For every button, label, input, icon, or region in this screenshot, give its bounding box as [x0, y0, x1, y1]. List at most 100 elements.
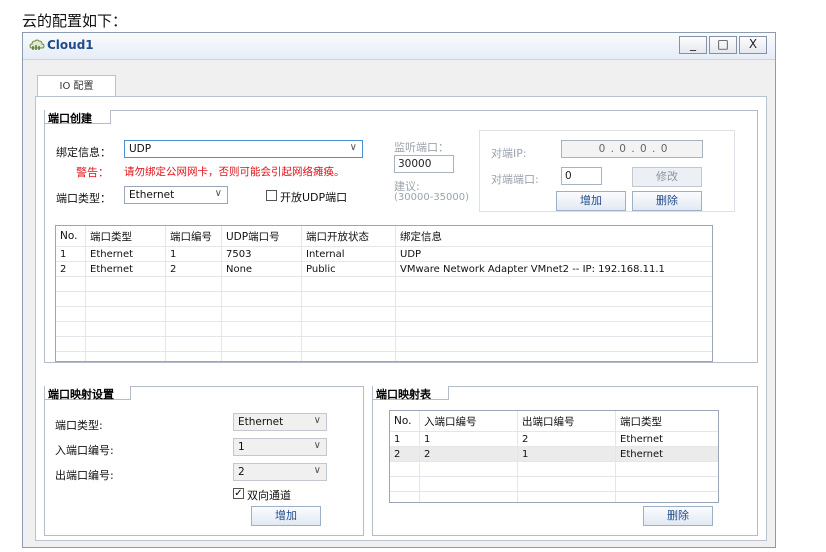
delete-port-button[interactable]: 删除 [632, 191, 702, 211]
table-cell: 1 [419, 431, 518, 447]
map-table-container: No. 入端口编号 出端口编号 端口类型 1 1 2 Ethernet 2 2 [389, 410, 719, 503]
chevron-down-icon: ∨ [313, 440, 321, 451]
table-cell: 1 [56, 246, 86, 262]
chevron-down-icon: ∨ [313, 415, 321, 426]
suggest-range: (30000-35000) [394, 192, 470, 203]
empty-row [56, 291, 712, 307]
io-config-panel: 端口创建 绑定信息： UDP ∨ 警告： 请勿绑定公网网卡，否则可能会引起网络瘫… [35, 96, 767, 541]
port-table: No. 端口类型 端口编号 UDP端口号 端口开放状态 绑定信息 1 Ether… [56, 226, 712, 361]
empty-row [390, 491, 718, 502]
out-port-value: 2 [238, 466, 245, 478]
col-header: 端口类型 [85, 226, 166, 247]
col-header: 出端口编号 [517, 411, 616, 432]
listen-port-input[interactable]: 30000 [394, 155, 454, 173]
col-header: UDP端口号 [221, 226, 302, 247]
warning-text: 请勿绑定公网网卡，否则可能会引起网络瘫痪。 [124, 166, 345, 178]
port-type-select[interactable]: Ethernet ∨ [124, 186, 228, 204]
table-row[interactable]: 2 Ethernet 2 None Public VMware Network … [56, 261, 712, 277]
map-type-value: Ethernet [238, 416, 284, 428]
map-type-select[interactable]: Ethernet ∨ [233, 413, 327, 431]
port-map-settings-group: 端口映射设置 端口类型: Ethernet ∨ 入端口编号: 1 ∨ 出端口编号… [44, 386, 364, 536]
cloud-app-icon [29, 39, 45, 50]
maximize-button[interactable]: □ [709, 36, 737, 54]
open-udp-label: 开放UDP端口 [280, 191, 348, 204]
in-port-value: 1 [238, 441, 245, 453]
table-cell: Ethernet [615, 431, 718, 447]
chevron-down-icon: ∨ [349, 142, 357, 153]
col-header: 绑定信息 [395, 226, 712, 247]
port-map-table-group: 端口映射表 No. 入端口编号 出端口编号 端口类型 1 1 2 Etherne… [372, 386, 758, 536]
table-cell: 1 [390, 431, 420, 447]
table-cell: UDP [395, 246, 712, 262]
listen-port-label: 监听端口： [394, 141, 449, 154]
close-button[interactable]: X [739, 36, 767, 54]
empty-row [56, 306, 712, 322]
map-type-label: 端口类型: [55, 419, 103, 432]
table-cell: Ethernet [615, 446, 718, 462]
port-create-title: 端口创建 [48, 112, 92, 125]
open-udp-checkbox[interactable] [266, 190, 277, 201]
empty-row [56, 276, 712, 292]
col-header: No. [390, 411, 420, 432]
table-cell: 2 [390, 446, 420, 462]
out-port-select[interactable]: 2 ∨ [233, 463, 327, 481]
empty-row [56, 321, 712, 337]
port-table-header: No. 端口类型 端口编号 UDP端口号 端口开放状态 绑定信息 [56, 226, 712, 247]
tab-io-config[interactable]: IO 配置 [37, 75, 116, 97]
table-cell: VMware Network Adapter VMnet2 -- IP: 192… [395, 261, 712, 277]
chevron-down-icon: ∨ [214, 188, 222, 199]
empty-row [390, 461, 718, 477]
window-title: Cloud1 [47, 38, 94, 52]
add-port-button[interactable]: 增加 [556, 191, 626, 211]
col-header: No. [56, 226, 86, 247]
table-cell: 7503 [221, 246, 302, 262]
in-port-select[interactable]: 1 ∨ [233, 438, 327, 456]
table-cell: Ethernet [85, 261, 166, 277]
table-row[interactable]: 2 2 1 Ethernet [390, 446, 718, 462]
port-map-table-title: 端口映射表 [376, 388, 431, 401]
table-cell: None [221, 261, 302, 277]
table-cell: Public [301, 261, 396, 277]
peer-ip-input[interactable]: 0 . 0 . 0 . 0 [561, 140, 703, 158]
port-map-settings-title: 端口映射设置 [48, 388, 114, 401]
minimize-button[interactable]: _ [679, 36, 707, 54]
modify-button[interactable]: 修改 [632, 167, 702, 187]
table-row[interactable]: 1 Ethernet 1 7503 Internal UDP [56, 246, 712, 262]
bind-info-value: UDP [129, 143, 152, 155]
table-cell: 2 [56, 261, 86, 277]
col-header: 端口开放状态 [301, 226, 396, 247]
bidirectional-checkbox[interactable]: ✓ [233, 488, 244, 499]
table-cell: Ethernet [85, 246, 166, 262]
out-port-label: 出端口编号: [55, 469, 114, 482]
peer-port-input[interactable]: 0 [561, 167, 602, 185]
empty-row [390, 476, 718, 492]
add-mapping-button[interactable]: 增加 [251, 506, 321, 526]
port-create-group: 端口创建 绑定信息： UDP ∨ 警告： 请勿绑定公网网卡，否则可能会引起网络瘫… [44, 110, 758, 363]
table-cell: 1 [517, 446, 616, 462]
empty-row [56, 336, 712, 352]
map-table: No. 入端口编号 出端口编号 端口类型 1 1 2 Ethernet 2 2 [390, 411, 718, 502]
col-header: 端口类型 [615, 411, 718, 432]
title-bar[interactable]: Cloud1 _ □ X [23, 33, 775, 60]
table-cell: Internal [301, 246, 396, 262]
peer-ip-label: 对端IP: [491, 147, 527, 160]
in-port-label: 入端口编号: [55, 444, 114, 457]
cloud-config-window: Cloud1 _ □ X IO 配置 端口创建 绑定信息： UDP ∨ 警告： … [22, 32, 776, 548]
map-table-header: No. 入端口编号 出端口编号 端口类型 [390, 411, 718, 432]
table-cell: 2 [517, 431, 616, 447]
port-type-value: Ethernet [129, 189, 175, 201]
table-cell: 1 [165, 246, 222, 262]
col-header: 端口编号 [165, 226, 222, 247]
delete-mapping-button[interactable]: 删除 [643, 506, 713, 526]
empty-row [56, 351, 712, 361]
bidirectional-label: 双向通道 [247, 489, 291, 502]
table-cell: 2 [419, 446, 518, 462]
table-cell: 2 [165, 261, 222, 277]
table-row[interactable]: 1 1 2 Ethernet [390, 431, 718, 447]
peer-port-label-text: 对端端口: [491, 173, 539, 186]
port-create-title-tab: 端口创建 [45, 110, 111, 125]
port-map-settings-title-tab: 端口映射设置 [45, 386, 131, 401]
bind-info-select[interactable]: UDP ∨ [124, 140, 363, 158]
col-header: 入端口编号 [419, 411, 518, 432]
port-table-container: No. 端口类型 端口编号 UDP端口号 端口开放状态 绑定信息 1 Ether… [55, 225, 713, 362]
